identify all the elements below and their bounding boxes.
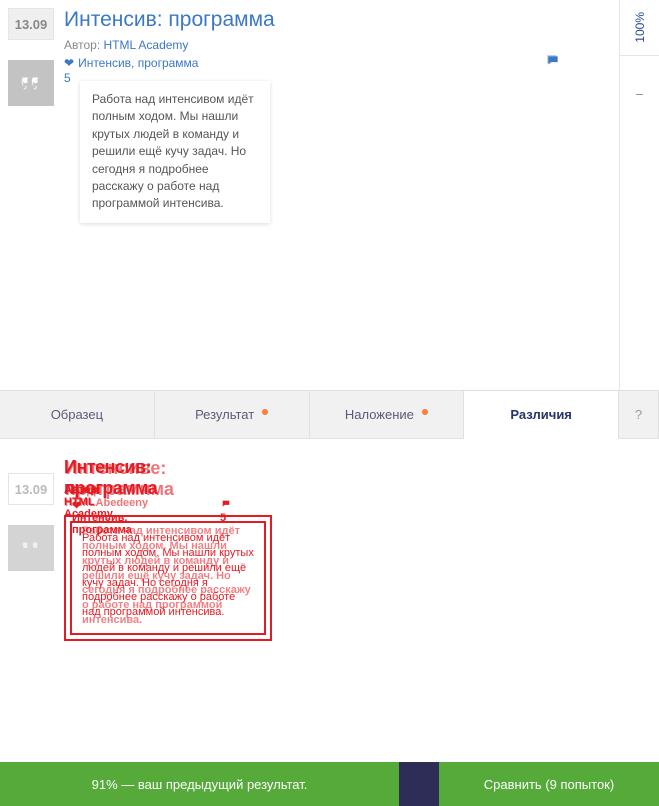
comments-count[interactable]: 5 bbox=[64, 71, 71, 85]
tab-diff-label: Различия bbox=[510, 407, 572, 422]
tab-result[interactable]: Результат bbox=[155, 391, 310, 438]
diff-excerpt-box: Работа над интенсивом идёт полным ходом.… bbox=[64, 515, 272, 641]
tab-result-label: Результат bbox=[195, 407, 254, 422]
post: 13.09 Интенсив: программа Автор: HTML Ac… bbox=[8, 8, 611, 223]
preview-pane: 13.09 Интенсив: программа Автор: HTML Ac… bbox=[0, 0, 659, 390]
tab-help[interactable]: ? bbox=[619, 391, 659, 438]
post-excerpt: Работа над интенсивом идёт полным ходом.… bbox=[80, 81, 270, 223]
post-comment-count-row: 5 bbox=[64, 71, 611, 85]
author-link[interactable]: HTML Academy bbox=[104, 38, 189, 52]
tab-help-label: ? bbox=[635, 407, 642, 422]
preview-content: 13.09 Интенсив: программа Автор: HTML Ac… bbox=[0, 0, 619, 390]
status-dot bbox=[262, 409, 268, 415]
post-body: Интенсив: программа Автор: HTML Academy … bbox=[64, 8, 611, 223]
post-author-line: Автор: HTML Academy bbox=[64, 38, 611, 52]
heart-icon[interactable]: ❤ bbox=[64, 56, 74, 70]
tabs: Образец Результат Наложение Различия ? bbox=[0, 390, 659, 439]
post-date: 13.09 bbox=[8, 8, 54, 40]
compare-button[interactable]: Сравнить (9 попыток) bbox=[439, 762, 659, 806]
tab-overlay[interactable]: Наложение bbox=[310, 391, 465, 438]
tab-sample-label: Образец bbox=[51, 407, 103, 422]
diff-excerpt-inner: Работа над интенсивом идёт полным ходом.… bbox=[70, 521, 266, 635]
bottom-bar: 91% — ваш предыдущий результат. Сравнить… bbox=[0, 762, 659, 806]
diff-date: 13.09 bbox=[8, 473, 54, 505]
bottom-divider bbox=[399, 762, 439, 806]
quote-icon bbox=[8, 60, 54, 106]
author-label: Автор: bbox=[64, 38, 100, 52]
tab-diff[interactable]: Различия bbox=[464, 391, 619, 439]
diff-content: 13.09 Интенсив: программа Интенсиве: про… bbox=[8, 457, 651, 571]
diff-heart-icon: ❤ bbox=[72, 500, 81, 512]
progress-badge: 100% bbox=[620, 0, 659, 56]
side-column: 100% – bbox=[619, 0, 659, 390]
tab-overlay-label: Наложение bbox=[345, 407, 414, 422]
status-dot bbox=[422, 409, 428, 415]
side-dash: – bbox=[620, 56, 659, 390]
diff-pane: 13.09 Интенсив: программа Интенсиве: про… bbox=[0, 439, 659, 759]
post-tags-row: ❤ Интенсив, программа bbox=[64, 54, 611, 71]
post-title[interactable]: Интенсив: программа bbox=[64, 8, 611, 32]
prev-result: 91% — ваш предыдущий результат. bbox=[0, 762, 399, 806]
diff-date-column: 13.09 bbox=[8, 473, 54, 571]
comments-icon[interactable] bbox=[545, 54, 561, 71]
tab-sample[interactable]: Образец bbox=[0, 391, 155, 438]
post-date-column: 13.09 bbox=[8, 8, 54, 223]
diff-excerpt-layer-2: Работа над интенсивом идёт полным ходом.… bbox=[82, 524, 254, 628]
post-tags[interactable]: Интенсив, программа bbox=[78, 56, 198, 70]
diff-quote-icon bbox=[8, 525, 54, 571]
progress-text: 100% bbox=[633, 12, 647, 43]
